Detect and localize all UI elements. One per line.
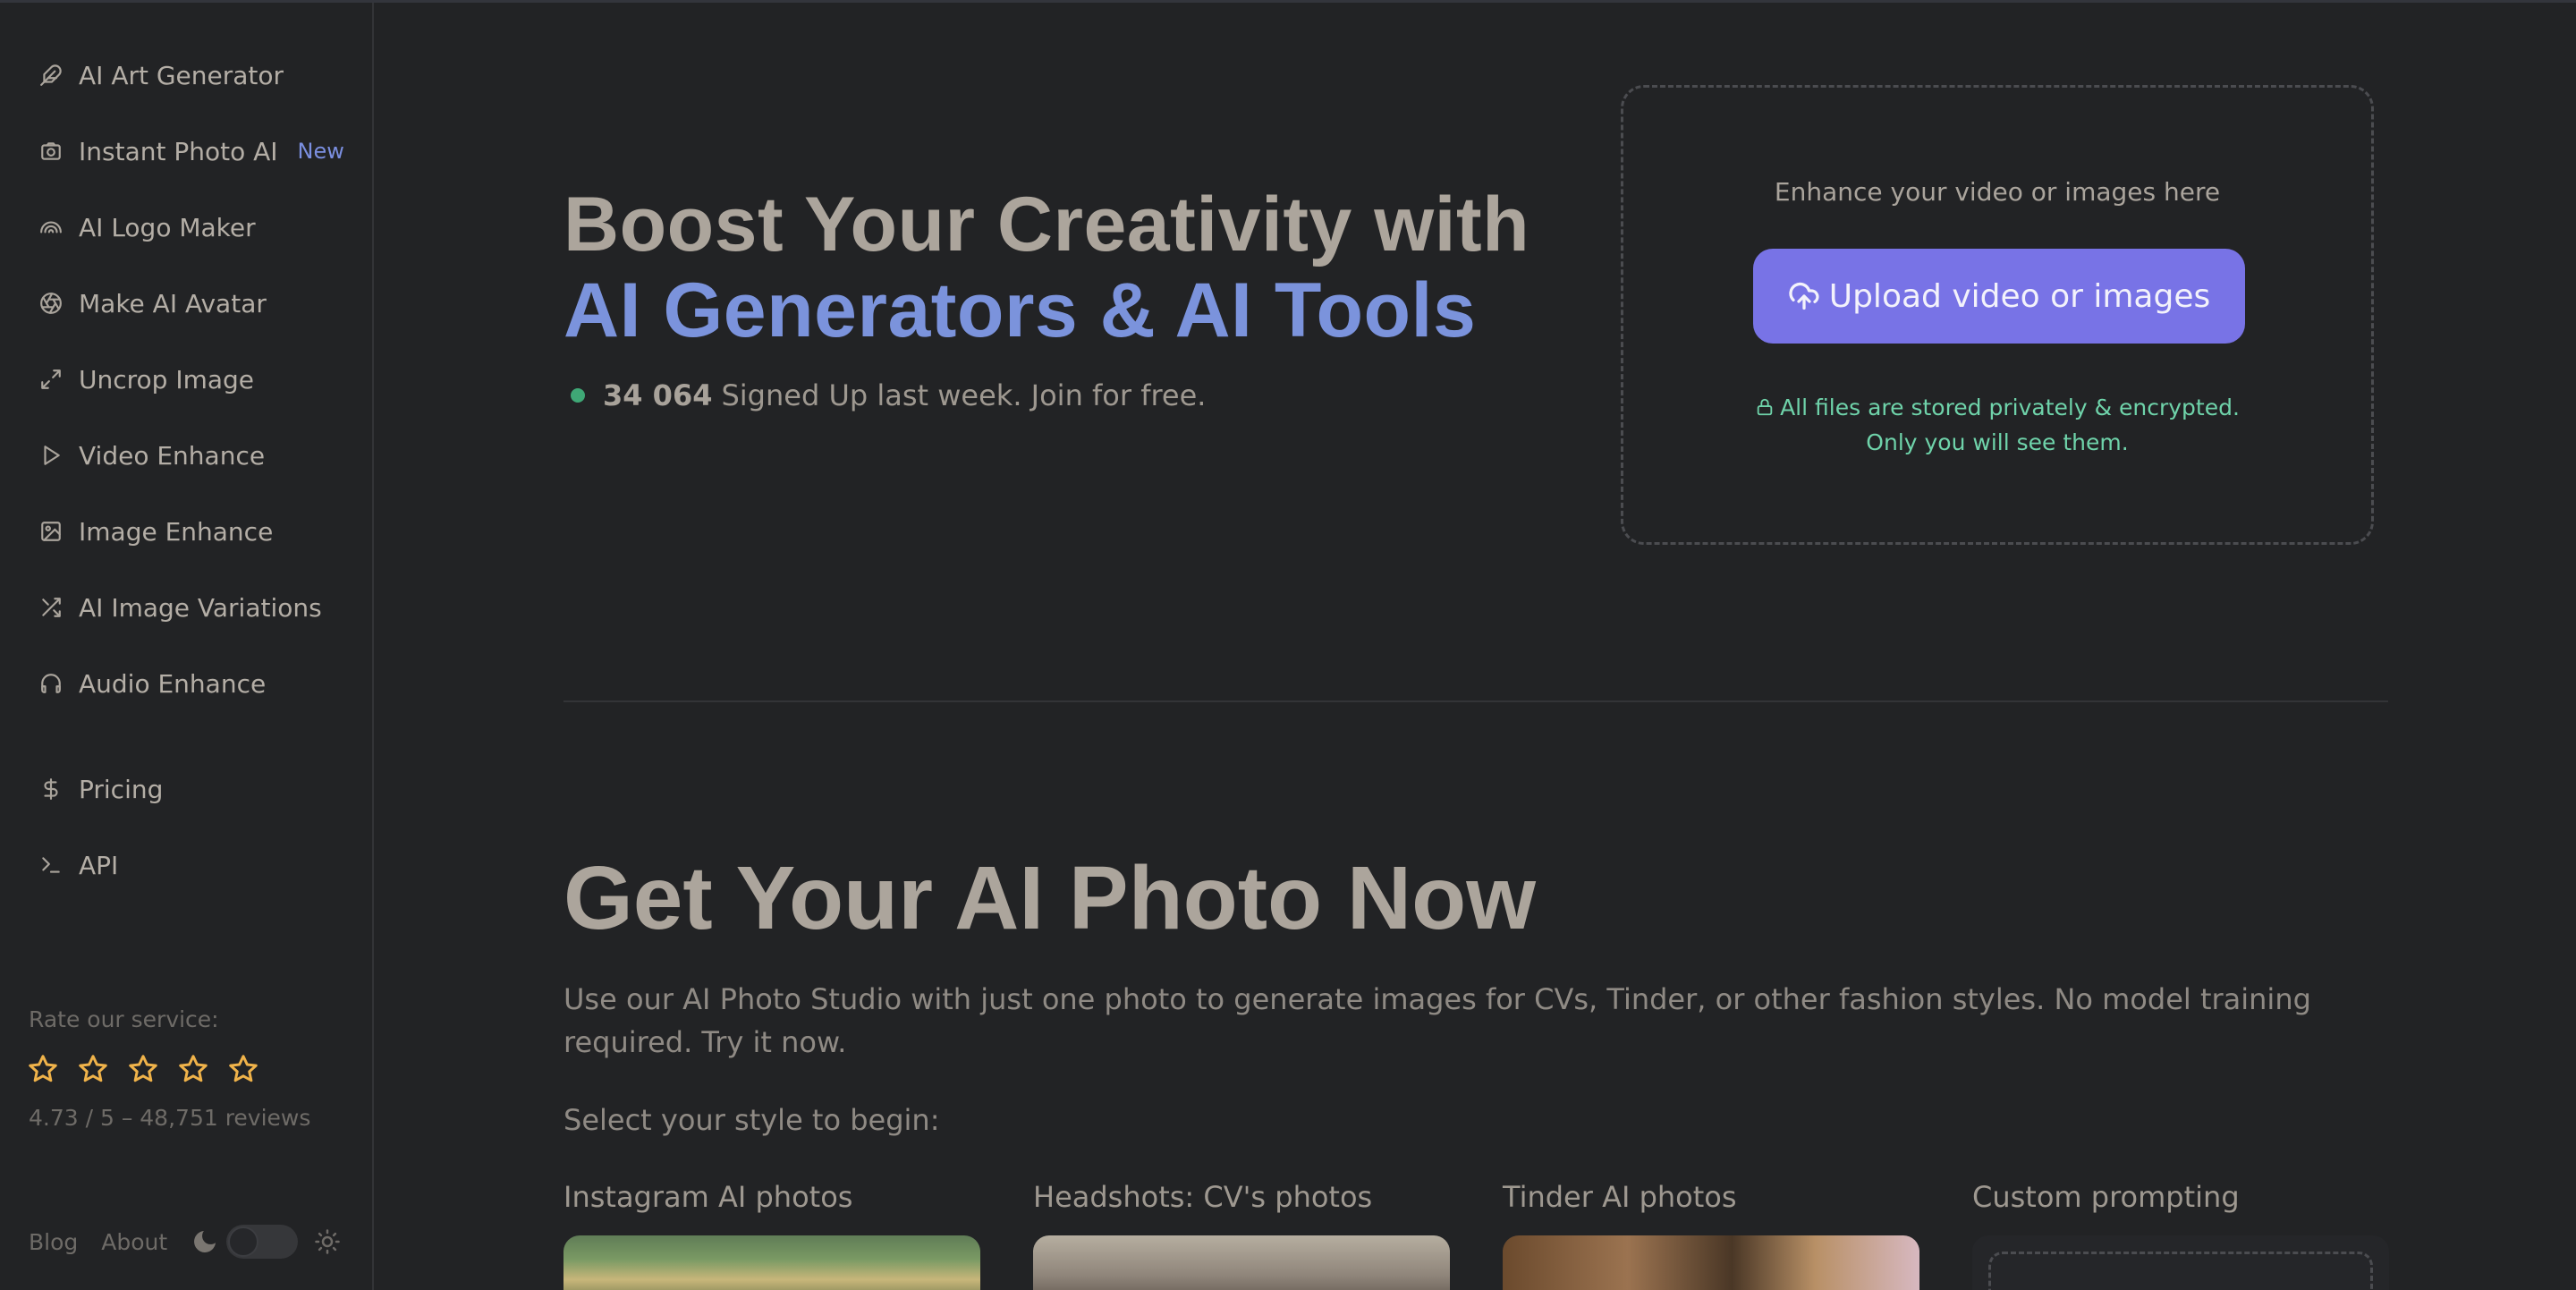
shuffle-icon: [42, 598, 61, 617]
signup-count: 34 064: [603, 378, 713, 412]
sidebar-item-label: API: [79, 850, 119, 880]
blog-link[interactable]: Blog: [29, 1229, 78, 1255]
about-link[interactable]: About: [101, 1229, 167, 1255]
sidebar-item-label: AI Image Variations: [79, 592, 322, 623]
sidebar-footer: Blog About: [29, 1225, 341, 1259]
sidebar: AI Art Generator Instant Photo AI New AI…: [0, 3, 374, 1290]
lock-icon: [1757, 398, 1773, 416]
sidebar-item-label: Pricing: [79, 774, 164, 804]
upload-dropzone[interactable]: Enhance your video or images here Upload…: [1621, 85, 2374, 545]
section-divider: [564, 700, 2388, 702]
signup-text: Signed Up last week. Join for free.: [721, 378, 1207, 412]
style-card-headshots[interactable]: Headshots: CV's photos: [1033, 1180, 1450, 1290]
privacy-line1: All files are stored privately & encrypt…: [1780, 395, 2240, 420]
theme-toggle[interactable]: [226, 1225, 299, 1259]
sidebar-item-label: Image Enhance: [79, 516, 274, 547]
image-icon: [41, 522, 61, 541]
sidebar-item-uncrop-image[interactable]: Uncrop Image: [39, 358, 254, 401]
moon-icon: [194, 1231, 216, 1252]
sidebar-item-label: Make AI Avatar: [79, 288, 267, 318]
style-card-label[interactable]: Tinder AI photos: [1503, 1180, 1919, 1214]
sidebar-item-video-enhance[interactable]: Video Enhance: [39, 434, 265, 477]
sidebar-item-instant-photo-ai[interactable]: Instant Photo AI New: [39, 130, 344, 173]
play-icon: [44, 446, 60, 465]
style-card-custom[interactable]: Custom prompting: [1972, 1180, 2389, 1290]
hero-title-line2: AI Generators & AI Tools: [564, 267, 1477, 353]
terminal-icon: [42, 857, 60, 873]
style-thumbnail[interactable]: [1503, 1235, 1919, 1290]
status-dot: [571, 388, 585, 403]
rainbow-icon: [40, 221, 62, 233]
feather-icon: [40, 64, 62, 86]
custom-prompt-dropzone[interactable]: [1988, 1252, 2373, 1290]
sidebar-item-ai-logo-maker[interactable]: AI Logo Maker: [39, 206, 256, 249]
hero-title-line1: Boost Your Creativity with: [564, 182, 1530, 267]
camera-icon: [41, 142, 61, 160]
upload-hint: Enhance your video or images here: [1774, 177, 2221, 207]
new-badge: New: [297, 139, 344, 164]
star-icon[interactable]: [177, 1053, 209, 1085]
aperture-icon: [40, 293, 62, 314]
cloud-upload-icon: [1789, 282, 1819, 310]
sidebar-item-ai-art-generator[interactable]: AI Art Generator: [39, 54, 284, 97]
section-title: Get Your AI Photo Now: [564, 848, 1537, 948]
sidebar-item-label: AI Logo Maker: [79, 212, 256, 242]
style-card-label[interactable]: Instagram AI photos: [564, 1180, 980, 1214]
style-card-label[interactable]: Headshots: CV's photos: [1033, 1180, 1450, 1214]
privacy-note: All files are stored privately & encrypt…: [1623, 390, 2371, 460]
expand-icon: [41, 369, 61, 389]
custom-prompt-box[interactable]: [1972, 1235, 2389, 1290]
sidebar-item-label: AI Art Generator: [79, 60, 284, 90]
sidebar-item-pricing[interactable]: Pricing: [39, 768, 163, 810]
star-icon[interactable]: [27, 1053, 59, 1085]
privacy-line2: Only you will see them.: [1866, 429, 2129, 455]
rating-stars: [27, 1053, 259, 1085]
style-card-label[interactable]: Custom prompting: [1972, 1180, 2389, 1214]
rating-label: Rate our service:: [29, 1006, 219, 1032]
section-description: Use our AI Photo Studio with just one ph…: [564, 982, 2311, 1059]
rating-summary: 4.73 / 5 – 48,751 reviews: [29, 1105, 311, 1131]
style-card-instagram[interactable]: Instagram AI photos: [564, 1180, 980, 1290]
sidebar-item-label: Instant Photo AI: [79, 136, 278, 166]
hero-title: Boost Your Creativity with AI Generators…: [564, 182, 1530, 353]
sidebar-item-make-ai-avatar[interactable]: Make AI Avatar: [39, 282, 267, 325]
sidebar-item-ai-image-variations[interactable]: AI Image Variations: [39, 586, 322, 629]
style-select-label: Select your style to begin:: [564, 1103, 940, 1137]
toggle-knob: [228, 1226, 259, 1257]
sidebar-item-api[interactable]: API: [39, 844, 118, 887]
sidebar-item-label: Video Enhance: [79, 440, 266, 471]
star-icon[interactable]: [227, 1053, 259, 1085]
sidebar-item-audio-enhance[interactable]: Audio Enhance: [39, 662, 266, 705]
star-icon[interactable]: [127, 1053, 159, 1085]
dollar-icon: [44, 778, 58, 800]
signup-stat: 34 064 Signed Up last week. Join for fre…: [571, 378, 1206, 412]
headphones-icon: [41, 674, 61, 693]
style-thumbnail[interactable]: [1033, 1235, 1450, 1290]
sidebar-item-label: Audio Enhance: [79, 668, 267, 699]
star-icon[interactable]: [77, 1053, 109, 1085]
upload-button[interactable]: Upload video or images: [1753, 249, 2245, 344]
sun-icon: [315, 1229, 340, 1254]
upload-button-label: Upload video or images: [1828, 277, 2211, 315]
style-thumbnail[interactable]: [564, 1235, 980, 1290]
sidebar-item-image-enhance[interactable]: Image Enhance: [39, 510, 273, 553]
style-card-tinder[interactable]: Tinder AI photos: [1503, 1180, 1919, 1290]
sidebar-item-label: Uncrop Image: [79, 364, 255, 395]
